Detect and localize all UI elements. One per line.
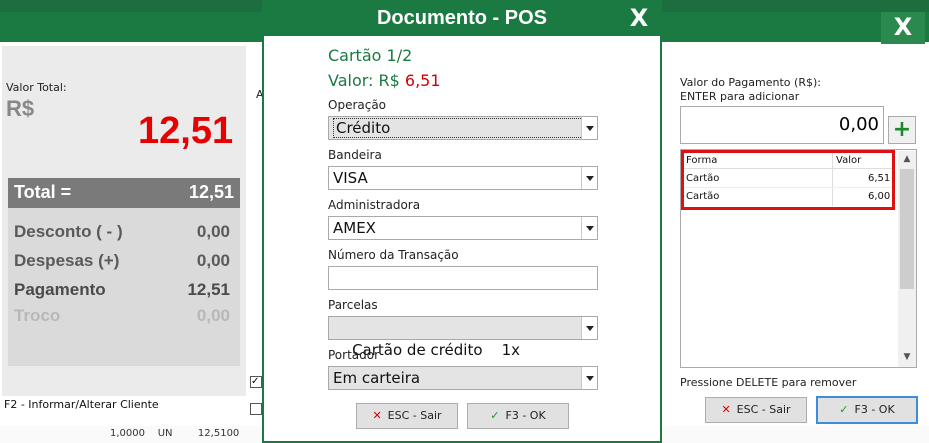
administradora-value: AMEX (333, 219, 376, 237)
total-row: Total = 12,51 (8, 178, 240, 208)
pagamento-label: Pagamento (14, 280, 106, 299)
valor-total-label: Valor Total: (6, 81, 67, 94)
dialog-ok-label: F3 - OK (505, 409, 546, 422)
scroll-up-icon[interactable]: ▲ (898, 151, 916, 167)
items-strip-text: 1,0000 UN 12,5100 (110, 428, 240, 439)
pay-header-2: ENTER para adicionar (680, 90, 800, 103)
administradora-select[interactable]: AMEX (328, 216, 598, 240)
close-x-icon: ✕ (721, 403, 731, 416)
despesas-row: Despesas (+) 0,00 (14, 251, 234, 271)
total-label: Total = (14, 182, 72, 202)
add-payment-button[interactable]: + (888, 116, 916, 144)
pay-esc-button[interactable]: ✕ ESC - Sair (705, 397, 807, 423)
close-x-icon: ✕ (372, 409, 382, 422)
chevron-down-icon (581, 317, 597, 339)
chevron-down-icon (581, 217, 597, 239)
pagamento-row: Pagamento 12,51 (14, 280, 234, 300)
check-icon: ✓ (839, 403, 849, 416)
pay-ok-label: F3 - OK (854, 403, 895, 416)
pay-esc-label: ESC - Sair (736, 403, 791, 416)
troco-row: Troco 0,00 (14, 306, 234, 326)
chevron-down-icon (581, 167, 597, 189)
portador-select[interactable]: Em carteira (328, 366, 598, 390)
pos-dialog: Documento - POS X Cartão 1/2 Valor: R$ 6… (262, 0, 662, 443)
chevron-down-icon (581, 117, 597, 139)
operacao-select[interactable]: Crédito (328, 116, 598, 140)
dialog-esc-label: ESC - Sair (387, 409, 442, 422)
dialog-esc-button[interactable]: ✕ ESC - Sair (356, 403, 458, 429)
valor-amount: 6,51 (404, 71, 441, 90)
desconto-row: Desconto ( - ) 0,00 (14, 222, 234, 242)
check-icon: ✓ (490, 409, 500, 422)
dialog-title: Documento - POS (264, 2, 660, 36)
valor-prefix: Valor: R$ (328, 71, 400, 90)
portador-value: Em carteira (333, 369, 421, 387)
dialog-ok-button[interactable]: ✓ F3 - OK (467, 403, 569, 429)
desconto-label: Desconto ( - ) (14, 222, 123, 241)
troco-value: 0,00 (196, 306, 230, 325)
pay-ok-button[interactable]: ✓ F3 - OK (816, 396, 918, 424)
total-big-value: 12,51 (138, 110, 234, 152)
chevron-down-icon (581, 367, 597, 389)
operacao-value: Crédito (333, 118, 590, 138)
scroll-down-icon[interactable]: ▼ (898, 349, 916, 365)
valor-line: Valor: R$ 6,51 (328, 71, 441, 90)
payments-scrollbar[interactable]: ▲ ▼ (898, 151, 916, 367)
bandeira-label: Bandeira (328, 148, 382, 162)
transacao-input[interactable] (328, 266, 598, 290)
currency-label: R$ (6, 96, 35, 121)
operacao-label: Operação (328, 98, 387, 112)
parcelas-select[interactable]: Cartão de crédito 1x (328, 316, 598, 359)
item-checkbox-1[interactable]: ✓ (250, 376, 262, 388)
pay-header-1: Valor do Pagamento (R$): (680, 76, 821, 89)
despesas-label: Despesas (+) (14, 251, 120, 270)
troco-label: Troco (14, 306, 61, 325)
highlight-box (681, 150, 895, 210)
desconto-value: 0,00 (196, 222, 230, 241)
pagamento-value: 12,51 (187, 280, 230, 299)
summary-box: Desconto ( - ) 0,00 Despesas (+) 0,00 Paga… (8, 208, 240, 366)
main-close-button[interactable]: X (881, 10, 925, 44)
transacao-label: Número da Transação (328, 248, 459, 262)
bandeira-select[interactable]: VISA (328, 166, 598, 190)
payment-value-input[interactable]: 0,00 (680, 106, 884, 144)
card-info: Cartão 1/2 (328, 46, 413, 65)
delete-hint: Pressione DELETE para remover (680, 376, 857, 389)
dialog-close-button[interactable]: X (618, 2, 660, 36)
total-value: 12,51 (188, 182, 234, 202)
portador-label: Portador (328, 348, 380, 362)
f2-hint: F2 - Informar/Alterar Cliente (4, 398, 159, 411)
parcelas-label: Parcelas (328, 298, 378, 312)
item-checkbox-2[interactable] (250, 403, 262, 415)
bandeira-value: VISA (333, 169, 368, 187)
administradora-label: Administradora (328, 198, 421, 212)
scroll-thumb[interactable] (900, 169, 914, 289)
despesas-value: 0,00 (196, 251, 230, 270)
